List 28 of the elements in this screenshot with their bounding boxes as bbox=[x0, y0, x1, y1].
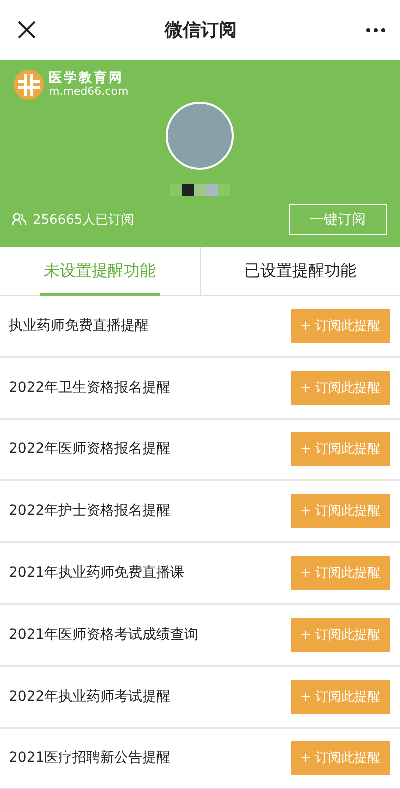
reminder-title: 2022年执业药师考试提醒 bbox=[9, 688, 171, 706]
reminder-title: 2022年卫生资格报名提醒 bbox=[9, 378, 171, 397]
cross-logo-icon bbox=[14, 70, 44, 100]
subscribe-all-button[interactable]: 一键订阅 bbox=[289, 204, 387, 235]
window-title: 微信订阅 bbox=[165, 19, 237, 42]
more-icon[interactable] bbox=[366, 28, 386, 32]
pixelated-name bbox=[170, 184, 230, 196]
logo-url: m.med66.com bbox=[49, 86, 129, 98]
subscribe-button[interactable]: + 订阅此提醒 bbox=[291, 370, 390, 405]
reminder-title: 2021年医师资格考试成绩查询 bbox=[9, 626, 199, 644]
subscribe-button[interactable]: + 订阅此提醒 bbox=[291, 741, 390, 776]
subscribe-button[interactable]: + 订阅此提醒 bbox=[291, 494, 390, 528]
subscriber-count: 256665人已订阅 bbox=[33, 212, 135, 228]
reminder-title: 2021年执业药师免费直播课 bbox=[9, 564, 185, 582]
logo-name: 医学教育网 bbox=[49, 72, 125, 86]
tab[interactable]: 已设置提醒功能 bbox=[200, 247, 400, 295]
reminder-title: 2022年护士资格报名提醒 bbox=[9, 502, 171, 520]
reminder-title: 2022年医师资格报名提醒 bbox=[9, 440, 171, 458]
subscribe-button[interactable]: + 订阅此提醒 bbox=[291, 556, 390, 590]
people-icon bbox=[12, 213, 27, 226]
subscribe-button[interactable]: + 订阅此提醒 bbox=[291, 308, 390, 343]
reminder-title: 2021医疗招聘新公告提醒 bbox=[9, 749, 171, 768]
reminder-title: 执业药师免费直播提醒 bbox=[9, 316, 149, 335]
subscribe-button[interactable]: + 订阅此提醒 bbox=[291, 618, 390, 652]
close-icon[interactable] bbox=[18, 21, 36, 39]
subscribe-button[interactable]: + 订阅此提醒 bbox=[291, 680, 390, 714]
subscribe-button[interactable]: + 订阅此提醒 bbox=[291, 432, 390, 466]
tab[interactable]: 未设置提醒功能 bbox=[0, 247, 200, 295]
